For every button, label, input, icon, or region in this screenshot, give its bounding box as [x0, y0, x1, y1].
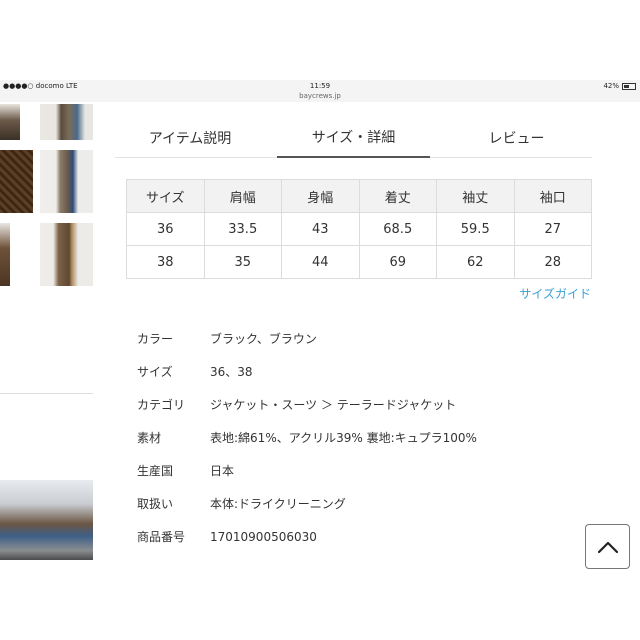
- spec-row-origin: 生産国 日本: [137, 454, 577, 487]
- size-table: サイズ 肩幅 身幅 着丈 袖丈 袖口 36 33.5 43 68.5 59.5 …: [126, 179, 592, 279]
- spec-list: カラー ブラック、ブラウン サイズ 36、38 カテゴリ ジャケット・スーツ ＞…: [137, 322, 577, 553]
- battery-icon: [622, 82, 636, 90]
- spec-value: ブラック、ブラウン: [210, 332, 317, 346]
- spec-value: 17010900506030: [210, 529, 317, 544]
- spec-row-care: 取扱い 本体:ドライクリーニング: [137, 487, 577, 520]
- spec-label: 商品番号: [137, 530, 186, 544]
- tab-size-details[interactable]: サイズ・詳細: [277, 118, 430, 158]
- spec-value: ジャケット・スーツ ＞ テーラードジャケット: [210, 398, 457, 412]
- spec-label: サイズ: [137, 365, 173, 379]
- table-header: 肩幅: [203, 179, 282, 213]
- table-cell: 35: [203, 245, 282, 279]
- product-thumbnail[interactable]: [0, 104, 20, 140]
- table-cell: 28: [513, 245, 592, 279]
- spec-row-material: 素材 表地:綿61%、アクリル39% 裏地:キュプラ100%: [137, 421, 577, 454]
- table-cell: 59.5: [436, 212, 515, 246]
- table-cell: 27: [513, 212, 592, 246]
- spec-row-product-number: 商品番号 17010900506030: [137, 520, 577, 553]
- table-cell: 33.5: [203, 212, 282, 246]
- spec-value: 36、38: [210, 365, 253, 379]
- table-cell: 62: [436, 245, 515, 279]
- table-header: 身幅: [281, 179, 360, 213]
- divider: [0, 393, 93, 394]
- spec-label: 素材: [137, 431, 162, 445]
- chevron-up-icon: [597, 541, 618, 553]
- product-thumbnail[interactable]: [40, 104, 93, 140]
- spec-label: カテゴリ: [137, 398, 186, 412]
- product-thumbnail[interactable]: [40, 150, 93, 213]
- table-row: 38 35 44 69 62 28: [126, 245, 592, 279]
- size-guide-link[interactable]: サイズガイド: [519, 285, 591, 302]
- table-cell: 69: [358, 245, 437, 279]
- spec-row-color: カラー ブラック、ブラウン: [137, 322, 577, 355]
- table-cell: 68.5: [358, 212, 437, 246]
- spec-row-size: サイズ 36、38: [137, 355, 577, 388]
- table-header-row: サイズ 肩幅 身幅 着丈 袖丈 袖口: [126, 179, 592, 213]
- table-header: サイズ: [126, 179, 205, 213]
- table-row: 36 33.5 43 68.5 59.5 27: [126, 212, 592, 246]
- spec-label: 取扱い: [137, 497, 174, 511]
- related-item-image[interactable]: [0, 480, 93, 560]
- battery-percent: 42%: [603, 82, 619, 90]
- product-thumbnail[interactable]: [0, 223, 10, 286]
- product-thumbnail[interactable]: [40, 223, 93, 286]
- status-bar: ●●●●○ docomo LTE 11:59 baycrews.jp 42%: [0, 80, 640, 102]
- spec-value: 日本: [210, 464, 235, 478]
- table-cell: 36: [126, 212, 205, 246]
- tab-reviews[interactable]: レビュー: [441, 118, 592, 158]
- spec-row-category: カテゴリ ジャケット・スーツ ＞ テーラードジャケット: [137, 388, 577, 421]
- table-cell: 43: [281, 212, 360, 246]
- scroll-to-top-button[interactable]: [585, 524, 630, 569]
- spec-label: 生産国: [137, 464, 174, 478]
- table-cell: 44: [281, 245, 360, 279]
- tab-item-description[interactable]: アイテム説明: [115, 118, 265, 158]
- battery-status: 42%: [603, 82, 636, 90]
- address-bar-url[interactable]: baycrews.jp: [0, 92, 640, 100]
- clock: 11:59: [309, 82, 331, 90]
- table-header: 着丈: [358, 179, 437, 213]
- table-cell: 38: [126, 245, 205, 279]
- detail-tabs: アイテム説明 サイズ・詳細 レビュー: [115, 118, 592, 158]
- spec-value: 表地:綿61%、アクリル39% 裏地:キュプラ100%: [210, 431, 477, 445]
- spec-label: カラー: [137, 332, 174, 346]
- spec-value: 本体:ドライクリーニング: [210, 497, 346, 511]
- product-thumbnail[interactable]: [0, 150, 33, 213]
- table-header: 袖丈: [436, 179, 515, 213]
- table-header: 袖口: [513, 179, 592, 213]
